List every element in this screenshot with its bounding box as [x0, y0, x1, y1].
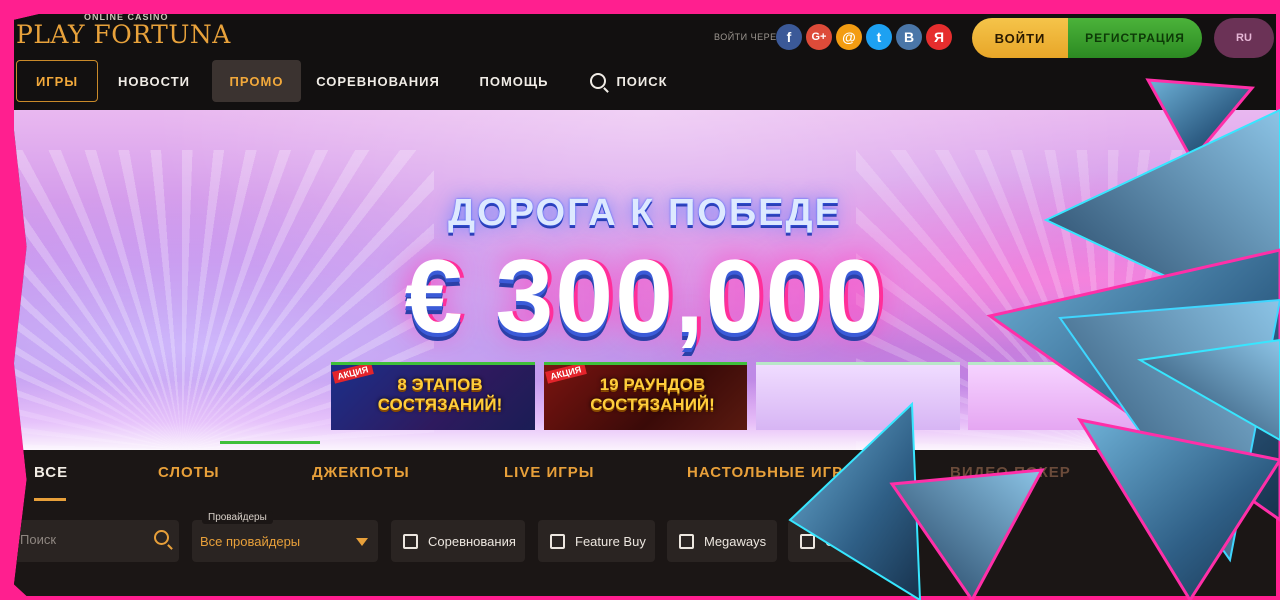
social-login-label: ВОЙТИ ЧЕРЕЗ: — [714, 32, 786, 42]
providers-label: Провайдеры — [202, 511, 273, 524]
promo-banner[interactable]: ДОРОГА К ПОБЕДЕ € 300,000 АКЦИЯ 8 ЭТАПОВ… — [14, 110, 1276, 450]
tab-video-poker[interactable]: ВИДЕО ПОКЕР — [950, 464, 1071, 481]
tab-table-games[interactable]: НАСТОЛЬНЫЕ ИГРЫ — [687, 464, 859, 481]
search-placeholder: Поиск — [20, 532, 57, 547]
nav-tournaments[interactable]: СОРЕВНОВАНИЯ — [314, 60, 442, 102]
header: ONLINE CASINO PLAY FORTUNA ВОЙТИ ЧЕРЕЗ: … — [14, 14, 1276, 110]
game-filters: Поиск Провайдеры Все провайдеры Соревнов… — [14, 510, 1276, 596]
logo[interactable]: ONLINE CASINO PLAY FORTUNA — [16, 14, 246, 54]
yandex-icon[interactable]: Я — [926, 24, 952, 50]
promo-thumb-text: 19 РАУНДОВ СОСТЯЗАНИЙ! — [590, 375, 715, 414]
promo-thumb[interactable] — [756, 362, 960, 430]
promo-thumb[interactable]: АКЦИЯ 8 ЭТАПОВ СОСТЯЗАНИЙ! — [331, 362, 535, 430]
language-selector[interactable]: RU — [1214, 18, 1274, 58]
nav-search-label: ПОИСК — [616, 73, 668, 89]
google-plus-icon[interactable]: G+ — [806, 24, 832, 50]
vk-icon[interactable]: В — [896, 24, 922, 50]
promo-title: ДОРОГА К ПОБЕДЕ — [448, 192, 842, 234]
nav-help[interactable]: ПОМОЩЬ — [474, 60, 554, 102]
providers-select[interactable]: Провайдеры Все провайдеры — [192, 511, 378, 562]
search-icon — [590, 73, 607, 89]
filter-other[interactable]: С — [788, 520, 898, 562]
checkbox[interactable] — [679, 533, 694, 549]
search-icon[interactable] — [154, 530, 169, 545]
filter-label: Megaways — [704, 533, 767, 549]
promo-thumb[interactable] — [968, 362, 1168, 430]
login-button[interactable]: ВОЙТИ — [972, 18, 1068, 58]
tab-active-indicator — [34, 498, 66, 501]
promo-thumb[interactable]: АКЦИЯ 19 РАУНДОВ СОСТЯЗАНИЙ! — [544, 362, 747, 430]
filter-label: С — [825, 533, 835, 549]
tab-jackpots[interactable]: ДЖЕКПОТЫ — [312, 464, 410, 481]
slider-progress — [220, 441, 320, 444]
nav-news[interactable]: НОВОСТИ — [114, 60, 194, 102]
game-category-tabs: ВСЕ СЛОТЫ ДЖЕКПОТЫ LIVE ИГРЫ НАСТОЛЬНЫЕ … — [14, 450, 1276, 510]
mail-ru-icon[interactable]: @ — [836, 24, 862, 50]
twitter-icon[interactable]: t — [866, 24, 892, 50]
checkbox[interactable] — [800, 533, 815, 549]
checkbox[interactable] — [550, 533, 565, 549]
register-button[interactable]: РЕГИСТРАЦИЯ — [1068, 18, 1202, 58]
nav-search[interactable]: ПОИСК — [588, 60, 670, 102]
promo-thumb-text: 8 ЭТАПОВ СОСТЯЗАНИЙ! — [377, 375, 503, 414]
filter-feature-buy[interactable]: Feature Buy — [538, 520, 655, 562]
chevron-down-icon — [356, 538, 368, 546]
logo-name: PLAY FORTUNA — [16, 20, 231, 49]
providers-value: Все провайдеры — [200, 534, 301, 549]
tab-slots[interactable]: СЛОТЫ — [158, 464, 220, 481]
facebook-icon[interactable]: f — [776, 24, 802, 50]
tab-live[interactable]: LIVE ИГРЫ — [504, 464, 594, 481]
promo-amount: € 300,000 — [404, 239, 886, 355]
nav-games[interactable]: ИГРЫ — [16, 60, 98, 102]
filter-label: Feature Buy — [575, 533, 646, 549]
game-search-input[interactable]: Поиск — [14, 520, 179, 562]
filter-label: Соревнования — [428, 533, 516, 549]
filter-tournaments[interactable]: Соревнования — [391, 520, 525, 562]
tab-all[interactable]: ВСЕ — [34, 464, 68, 481]
checkbox[interactable] — [403, 533, 418, 549]
nav-promo[interactable]: ПРОМО — [212, 60, 301, 102]
site-frame: ONLINE CASINO PLAY FORTUNA ВОЙТИ ЧЕРЕЗ: … — [14, 14, 1276, 596]
filter-megaways[interactable]: Megaways — [667, 520, 777, 562]
